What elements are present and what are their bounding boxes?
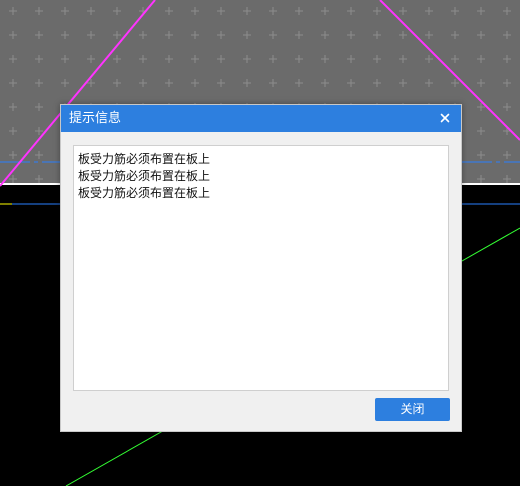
close-button[interactable]: 关闭 [375,398,450,421]
dialog-title: 提示信息 [69,111,122,126]
message-line: 板受力筋必须布置在板上 [78,152,211,166]
dialog-titlebar[interactable]: 提示信息 [61,105,461,132]
close-icon[interactable] [437,110,453,126]
message-line: 板受力筋必须布置在板上 [78,186,211,200]
message-textarea[interactable]: 板受力筋必须布置在板上 板受力筋必须布置在板上 板受力筋必须布置在板上 [73,145,449,391]
info-dialog: 提示信息 板受力筋必须布置在板上 板受力筋必须布置在板上 板受力筋必须布置在板上… [60,104,462,432]
message-line: 板受力筋必须布置在板上 [78,169,211,183]
